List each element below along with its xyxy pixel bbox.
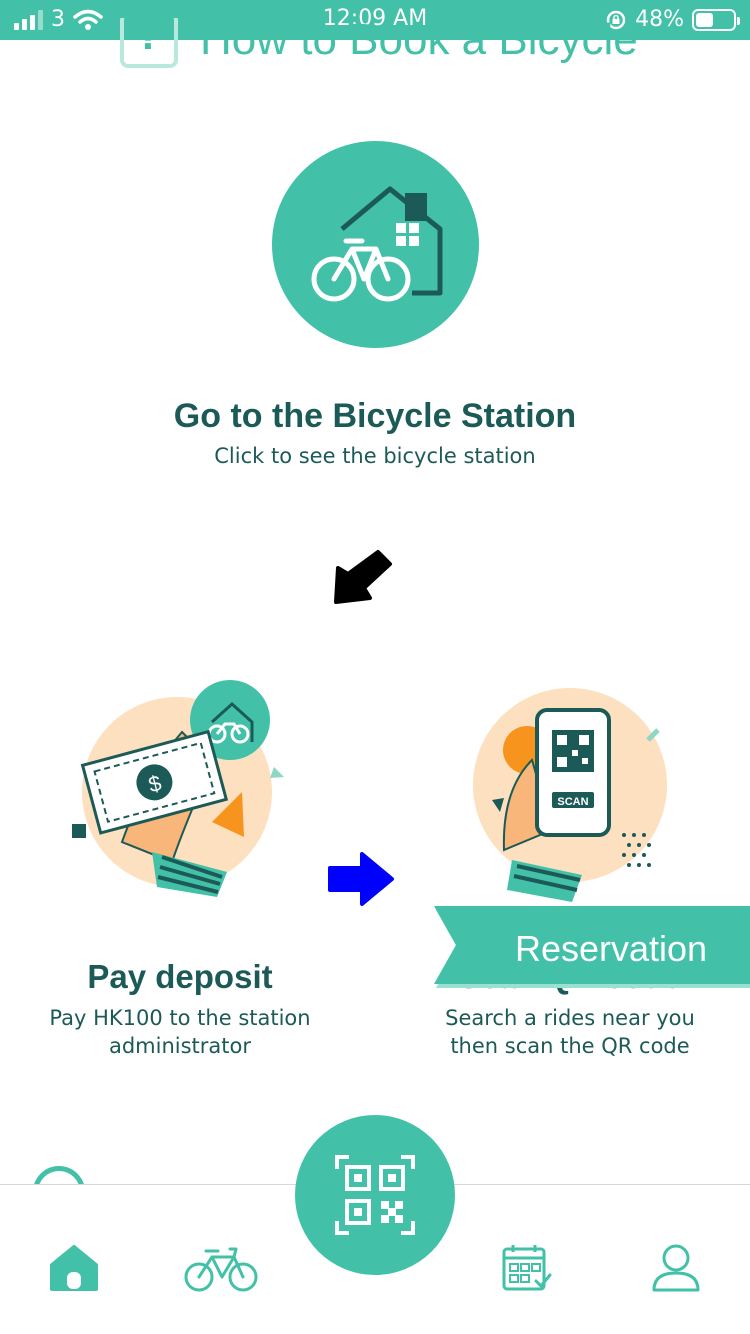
question-icon <box>120 18 178 68</box>
nav-reservations[interactable] <box>481 1233 571 1303</box>
scan-qr-button[interactable] <box>295 1115 455 1275</box>
reservation-label: Reservation <box>514 928 708 969</box>
bicycle-station-button[interactable] <box>272 141 479 348</box>
svg-text:SCAN: SCAN <box>557 796 588 808</box>
step3-subtitle: Search a rides near you then scan the QR… <box>420 1004 720 1060</box>
scan-phone-illustration: SCAN <box>473 688 667 902</box>
bicycle-icon <box>184 1247 258 1292</box>
step2-subtitle-line2: administrator <box>108 1034 252 1058</box>
nav-bicycle[interactable] <box>176 1233 266 1303</box>
arrow-down-left-icon <box>334 550 392 604</box>
qr-code-icon <box>335 1155 415 1235</box>
nav-profile[interactable] <box>631 1233 721 1303</box>
calendar-check-icon <box>502 1245 552 1291</box>
step3-subtitle-line2: then scan the QR code <box>450 1034 690 1058</box>
arrow-right-icon <box>328 852 394 906</box>
pay-deposit-illustration: $ <box>72 680 284 897</box>
user-icon <box>652 1244 700 1292</box>
step2-subtitle: Pay HK100 to the station administrator <box>30 1004 330 1060</box>
bicycle-station-icon <box>311 186 443 302</box>
nav-home[interactable] <box>29 1233 119 1303</box>
step1-subtitle[interactable]: Click to see the bicycle station <box>0 444 750 468</box>
step2-subtitle-line1: Pay HK100 to the station <box>49 1006 311 1030</box>
step2-title: Pay deposit <box>87 958 273 995</box>
step3-subtitle-line1: Search a rides near you <box>445 1006 695 1030</box>
home-icon <box>50 1245 98 1291</box>
page-title: How to Book a Bicycle <box>200 18 638 64</box>
page-header: How to Book a Bicycle <box>0 18 750 68</box>
reservation-button[interactable]: Reservation <box>432 904 750 992</box>
step1-title: Go to the Bicycle Station <box>173 397 577 435</box>
